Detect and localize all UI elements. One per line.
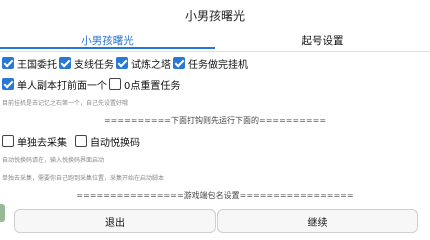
solo-gather-note: 单独去采集，需要你自己跑到采集位置，采集开始在启动脚本 [2,175,165,182]
checkbox-checked-icon[interactable] [59,57,71,69]
checkbox-label: 单独去采集 [17,137,67,149]
checkbox-checked-icon[interactable] [2,78,14,90]
checkbox-label: 单人副本打前面一个 [17,80,107,92]
checkbox-label: 支线任务 [74,59,114,71]
run-below-divider: ==========下面打钩则先运行下面的========== [103,116,327,125]
checkbox-label: 自动悦换码 [90,137,140,149]
checkbox-checked-icon[interactable] [2,57,14,69]
afk-note: 目前挂机是去记忆之石第一个，自己先设置好哦 [2,100,129,107]
checkbox-checked-icon[interactable] [116,57,128,69]
game-package-divider: ================游戏端包名设置================= [76,191,354,200]
checkbox-label: 王国委托 [17,59,57,71]
side-handle[interactable] [0,204,5,222]
checkbox-unchecked-icon[interactable] [75,135,87,147]
checkbox-unchecked-icon[interactable] [2,135,14,147]
checkbox-label: 任务做完挂机 [188,59,248,71]
options-row-3a: 单独去采集 自动悦换码 [2,133,142,149]
continue-button[interactable]: 继续 [217,209,418,233]
options-row-2: 单人副本打前面一个 0点重置任务 [2,76,182,92]
options-row-1: 王国委托 支线任务 试炼之塔 任务做完挂机 [2,55,250,71]
solo-gather-checkbox[interactable]: 单独去采集 [2,134,67,149]
exit-button[interactable]: 退出 [14,209,216,233]
checkbox-unchecked-icon[interactable] [109,78,121,90]
checkbox-label: 试炼之塔 [131,59,171,71]
afk-after-tasks-checkbox[interactable]: 任务做完挂机 [173,56,248,71]
side-quest-checkbox[interactable]: 支线任务 [59,56,114,71]
checkbox-label: 0点重置任务 [124,80,181,92]
kingdom-commission-checkbox[interactable]: 王国委托 [2,56,57,71]
active-tab-indicator [0,47,215,49]
auto-code-note: 自动悦换码请在，输入悦换码界面启动 [2,157,105,164]
tab-account-setup[interactable]: 起号设置 [215,31,430,50]
checkbox-checked-icon[interactable] [173,57,185,69]
solo-dungeon-first-checkbox[interactable]: 单人副本打前面一个 [2,77,107,92]
app-title: 小男孩曙光 [184,8,245,23]
trial-tower-checkbox[interactable]: 试炼之塔 [116,56,171,71]
auto-redeem-code-checkbox[interactable]: 自动悦换码 [75,134,140,149]
midnight-reset-checkbox[interactable]: 0点重置任务 [109,77,180,92]
